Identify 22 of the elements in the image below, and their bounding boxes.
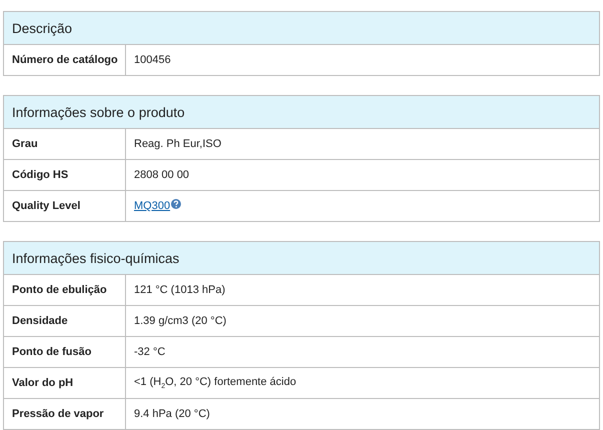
property-value: 121 °C (1013 hPa) <box>134 284 226 296</box>
section-title: Descrição <box>12 20 72 36</box>
property-label: Número de catálogo <box>12 54 118 66</box>
property-value: 2808 00 00 <box>134 169 190 181</box>
property-value: -32 °C <box>134 346 166 358</box>
property-value: 1.39 g/cm3 (20 °C) <box>134 315 226 327</box>
property-value: Reag. Ph Eur,ISO <box>134 138 222 150</box>
property-label: Quality Level <box>12 200 80 212</box>
property-value: 100456 <box>134 54 171 66</box>
property-value: <1 (H$_{2}$O, 20 °C) fortemente ácido <box>134 376 296 390</box>
property-label: Grau <box>12 138 38 150</box>
property-label: Ponto de ebulição <box>12 284 107 296</box>
quality-level-link[interactable]: MQ300 <box>134 200 170 212</box>
section-title: Informações sobre o produto <box>12 104 185 120</box>
property-label: Código HS <box>12 169 68 181</box>
section-title: Informações fisico-químicas <box>12 250 180 266</box>
property-value: 9.4 hPa (20 °C) <box>134 408 210 420</box>
property-label: Pressão de vapor <box>12 408 104 420</box>
property-label: Valor do pH <box>12 377 74 389</box>
help-icon[interactable] <box>171 199 182 209</box>
property-label: Ponto de fusão <box>12 346 92 358</box>
property-label: Densidade <box>12 315 68 327</box>
